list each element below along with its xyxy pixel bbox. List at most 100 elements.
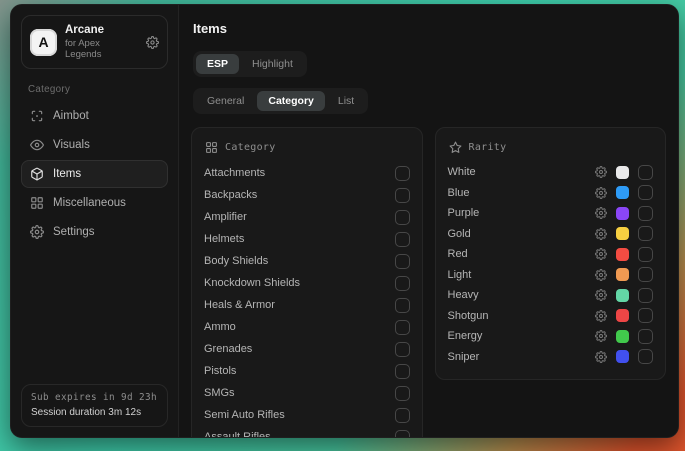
gear-icon[interactable] — [595, 330, 607, 342]
gear-icon[interactable] — [595, 228, 607, 240]
checkbox[interactable] — [395, 364, 410, 379]
desktop-background: A Arcane for Apex Legends Category Aimbo… — [0, 0, 685, 451]
gear-icon[interactable] — [595, 351, 607, 363]
category-label: Pistols — [204, 365, 395, 377]
page-title: Items — [193, 21, 666, 36]
rarity-label: Blue — [448, 187, 596, 199]
checkbox[interactable] — [395, 342, 410, 357]
gear-icon[interactable] — [595, 166, 607, 178]
rarity-row-heavy: Heavy — [448, 285, 654, 306]
rarity-label: Sniper — [448, 351, 596, 363]
esp-mode-toggle: ESPHighlight — [193, 51, 307, 77]
category-panel-title: Category — [225, 142, 276, 153]
sidebar-item-items[interactable]: Items — [21, 160, 168, 188]
color-swatch[interactable] — [616, 248, 629, 261]
checkbox[interactable] — [638, 247, 653, 262]
app-subtitle: for Apex Legends — [65, 38, 138, 60]
rarity-label: White — [448, 166, 596, 178]
category-label: SMGs — [204, 387, 395, 399]
main-content: Items ESPHighlight GeneralCategoryList C… — [179, 5, 678, 437]
view-tabs: GeneralCategoryList — [193, 88, 368, 114]
app-logo: A — [30, 29, 57, 56]
color-swatch[interactable] — [616, 186, 629, 199]
sidebar-item-settings[interactable]: Settings — [21, 218, 168, 246]
checkbox[interactable] — [638, 185, 653, 200]
category-row-ammo: Ammo — [204, 316, 410, 338]
sidebar-item-aimbot[interactable]: Aimbot — [21, 102, 168, 130]
checkbox[interactable] — [395, 276, 410, 291]
gear-icon[interactable] — [595, 248, 607, 260]
gear-icon[interactable] — [595, 289, 607, 301]
rarity-row-shotgun: Shotgun — [448, 306, 654, 327]
category-row-helmets: Helmets — [204, 228, 410, 250]
session-duration-text: Session duration 3m 12s — [31, 407, 158, 418]
category-row-amplifier: Amplifier — [204, 206, 410, 228]
mode-option-highlight[interactable]: Highlight — [241, 54, 304, 74]
rarity-label: Red — [448, 248, 596, 260]
color-swatch[interactable] — [616, 350, 629, 363]
color-swatch[interactable] — [616, 207, 629, 220]
category-label: Semi Auto Rifles — [204, 409, 395, 421]
checkbox[interactable] — [395, 320, 410, 335]
checkbox[interactable] — [395, 408, 410, 423]
sidebar-item-label: Visuals — [53, 139, 90, 151]
checkbox[interactable] — [395, 210, 410, 225]
tab-general[interactable]: General — [196, 91, 255, 111]
category-panel: Category Attachments Backpacks Amplifier… — [191, 127, 423, 438]
gear-icon[interactable] — [595, 310, 607, 322]
category-panel-header: Category — [205, 141, 410, 154]
tab-category[interactable]: Category — [257, 91, 325, 111]
sidebar-item-visuals[interactable]: Visuals — [21, 131, 168, 159]
category-row-attachments: Attachments — [204, 162, 410, 184]
checkbox[interactable] — [395, 430, 410, 439]
checkbox[interactable] — [638, 288, 653, 303]
sidebar-item-miscellaneous[interactable]: Miscellaneous — [21, 189, 168, 217]
checkbox[interactable] — [395, 298, 410, 313]
category-row-heals-armor: Heals & Armor — [204, 294, 410, 316]
rarity-row-energy: Energy — [448, 326, 654, 347]
category-label: Grenades — [204, 343, 395, 355]
color-swatch[interactable] — [616, 166, 629, 179]
category-row-smgs: SMGs — [204, 382, 410, 404]
color-swatch[interactable] — [616, 330, 629, 343]
gear-icon[interactable] — [595, 207, 607, 219]
color-swatch[interactable] — [616, 309, 629, 322]
package-icon — [30, 167, 44, 181]
checkbox[interactable] — [638, 226, 653, 241]
checkbox[interactable] — [395, 254, 410, 269]
rarity-row-red: Red — [448, 244, 654, 265]
sidebar-nav: Aimbot Visuals Items Miscellaneous Setti… — [21, 102, 168, 247]
checkbox[interactable] — [395, 188, 410, 203]
category-label: Amplifier — [204, 211, 395, 223]
checkbox[interactable] — [638, 308, 653, 323]
rarity-row-white: White — [448, 162, 654, 183]
app-name: Arcane — [65, 24, 138, 36]
category-label: Attachments — [204, 167, 395, 179]
gear-icon[interactable] — [595, 269, 607, 281]
eye-icon — [30, 138, 44, 152]
star-icon — [449, 141, 462, 154]
checkbox[interactable] — [638, 267, 653, 282]
gear-icon[interactable] — [595, 187, 607, 199]
checkbox[interactable] — [638, 165, 653, 180]
rarity-row-gold: Gold — [448, 224, 654, 245]
checkbox[interactable] — [395, 232, 410, 247]
checkbox[interactable] — [638, 329, 653, 344]
checkbox[interactable] — [395, 166, 410, 181]
category-label: Heals & Armor — [204, 299, 395, 311]
checkbox[interactable] — [395, 386, 410, 401]
color-swatch[interactable] — [616, 227, 629, 240]
gear-icon[interactable] — [146, 36, 159, 49]
rarity-label: Heavy — [448, 289, 596, 301]
mode-option-esp[interactable]: ESP — [196, 54, 239, 74]
rarity-list: White Blue Purple Gold Red Light Heavy — [448, 162, 654, 367]
checkbox[interactable] — [638, 349, 653, 364]
color-swatch[interactable] — [616, 289, 629, 302]
sidebar-item-label: Aimbot — [53, 110, 89, 122]
app-window: A Arcane for Apex Legends Category Aimbo… — [10, 4, 679, 438]
sidebar-item-label: Settings — [53, 226, 95, 238]
checkbox[interactable] — [638, 206, 653, 221]
category-label: Backpacks — [204, 189, 395, 201]
color-swatch[interactable] — [616, 268, 629, 281]
tab-list[interactable]: List — [327, 91, 365, 111]
